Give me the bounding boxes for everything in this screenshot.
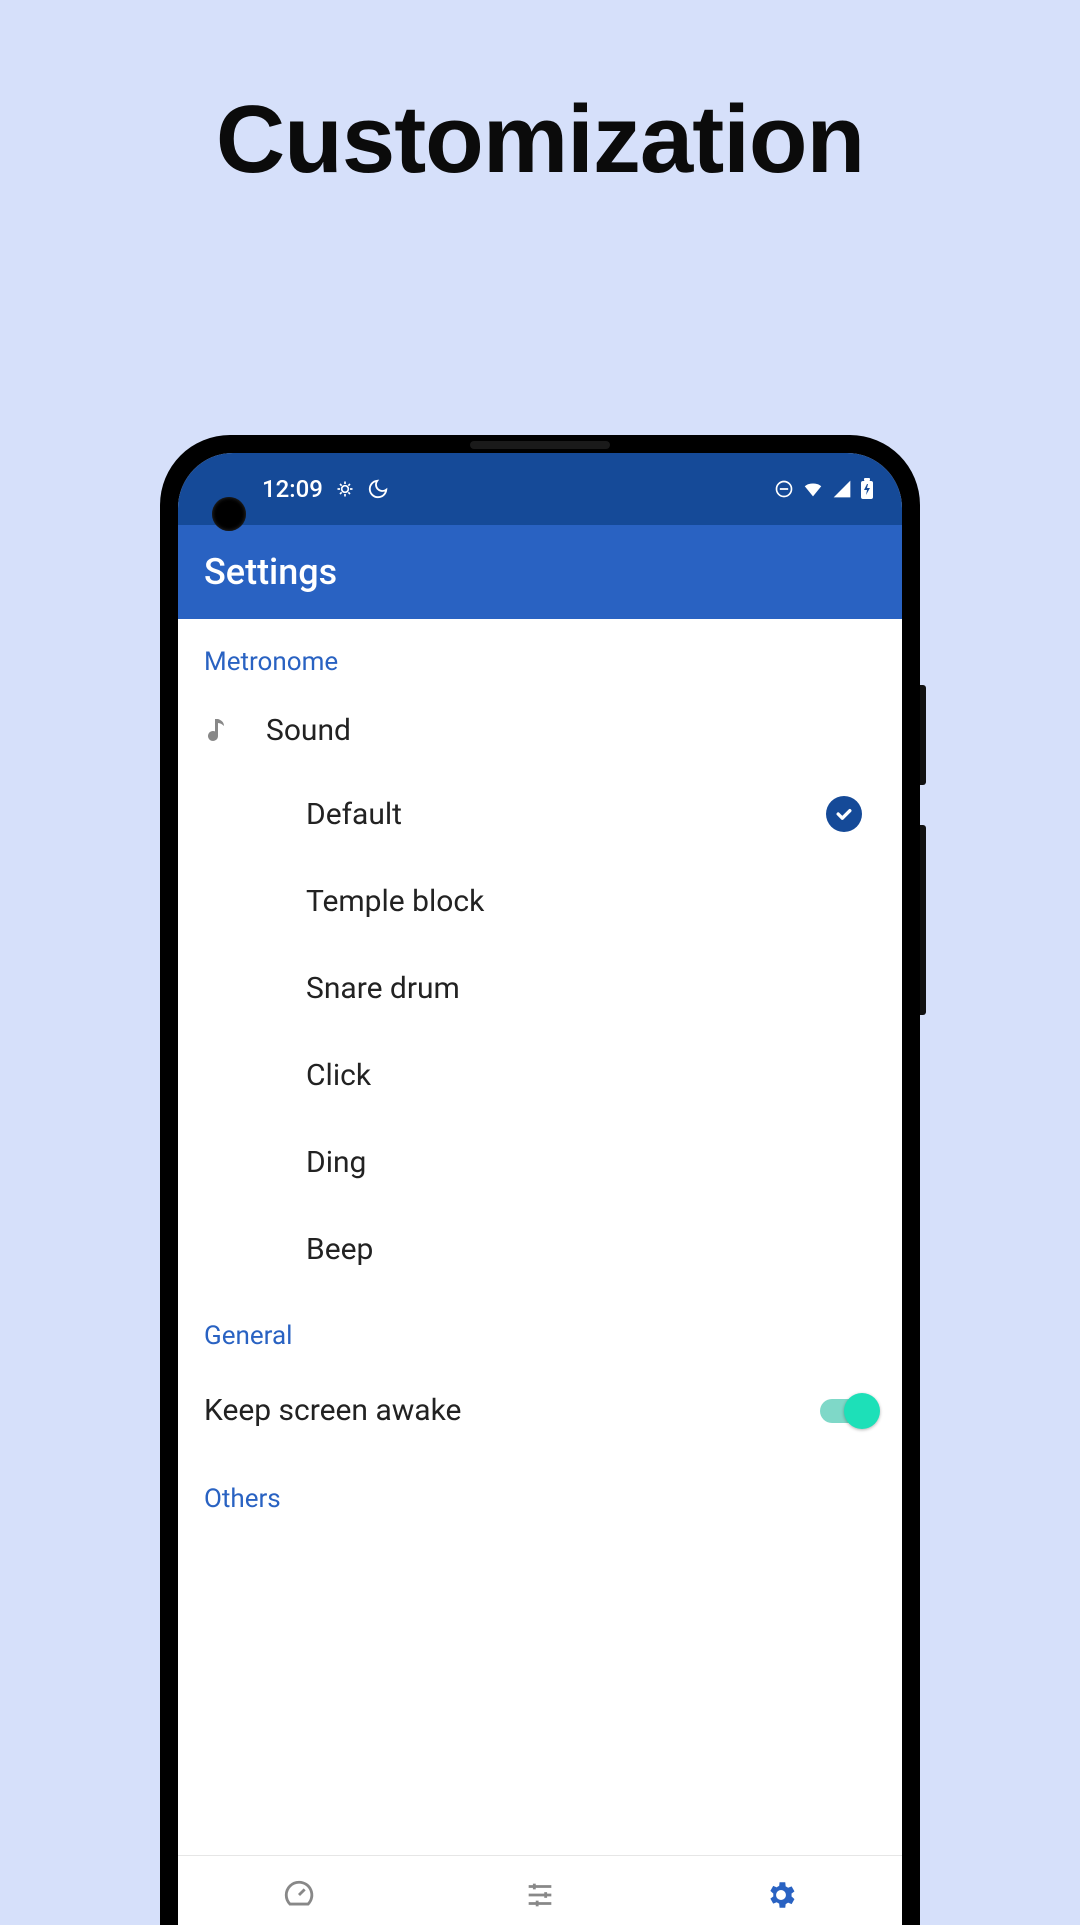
app-bar: Settings (178, 525, 902, 619)
sound-row[interactable]: Sound (178, 691, 902, 770)
option-label: Ding (306, 1145, 366, 1180)
option-label: Default (306, 797, 402, 832)
phone-volume-button (920, 825, 926, 1015)
sound-option-ding[interactable]: Ding (178, 1119, 902, 1206)
status-time: 12:09 (262, 475, 323, 503)
wifi-icon (802, 478, 824, 500)
section-header-metronome: Metronome (178, 619, 902, 691)
promo-title: Customization (0, 0, 1080, 195)
bottom-nav (178, 1855, 902, 1925)
option-label: Temple block (306, 884, 484, 919)
option-label: Beep (306, 1232, 373, 1267)
status-right (774, 478, 874, 500)
section-header-general: General (178, 1293, 902, 1365)
status-left: 12:09 (262, 475, 389, 503)
nav-settings[interactable] (764, 1878, 798, 1916)
battery-icon (860, 478, 874, 500)
do-not-disturb-icon (367, 478, 389, 500)
sound-option-default[interactable]: Default (178, 770, 902, 858)
status-bar: 12:09 (178, 453, 902, 525)
phone-camera-cutout (212, 497, 246, 531)
music-note-icon (204, 717, 236, 745)
sound-option-snare-drum[interactable]: Snare drum (178, 945, 902, 1032)
phone-screen: 12:09 (178, 453, 902, 1925)
sound-label: Sound (266, 713, 351, 748)
switch-thumb (844, 1393, 880, 1429)
settings-content[interactable]: Metronome Sound Default Temple block Sna… (178, 619, 902, 1528)
sync-icon (335, 479, 355, 499)
gear-icon (764, 1878, 798, 1916)
speedometer-icon (282, 1878, 316, 1916)
keep-screen-awake-label: Keep screen awake (204, 1393, 461, 1428)
sound-option-temple-block[interactable]: Temple block (178, 858, 902, 945)
sliders-icon (523, 1878, 557, 1916)
phone-frame: 12:09 (160, 435, 920, 1925)
keep-screen-awake-switch[interactable] (820, 1399, 876, 1423)
minus-circle-icon (774, 479, 794, 499)
option-label: Snare drum (306, 971, 460, 1006)
sound-option-click[interactable]: Click (178, 1032, 902, 1119)
phone-speaker (470, 441, 610, 449)
sound-option-beep[interactable]: Beep (178, 1206, 902, 1293)
option-label: Click (306, 1058, 371, 1093)
app-bar-title: Settings (204, 551, 337, 593)
nav-metronome[interactable] (282, 1878, 316, 1916)
section-header-others: Others (178, 1456, 902, 1528)
signal-icon (832, 479, 852, 499)
keep-screen-awake-row[interactable]: Keep screen awake (178, 1365, 902, 1456)
nav-tuner[interactable] (523, 1878, 557, 1916)
check-icon (826, 796, 862, 832)
phone-side-button (920, 685, 926, 785)
